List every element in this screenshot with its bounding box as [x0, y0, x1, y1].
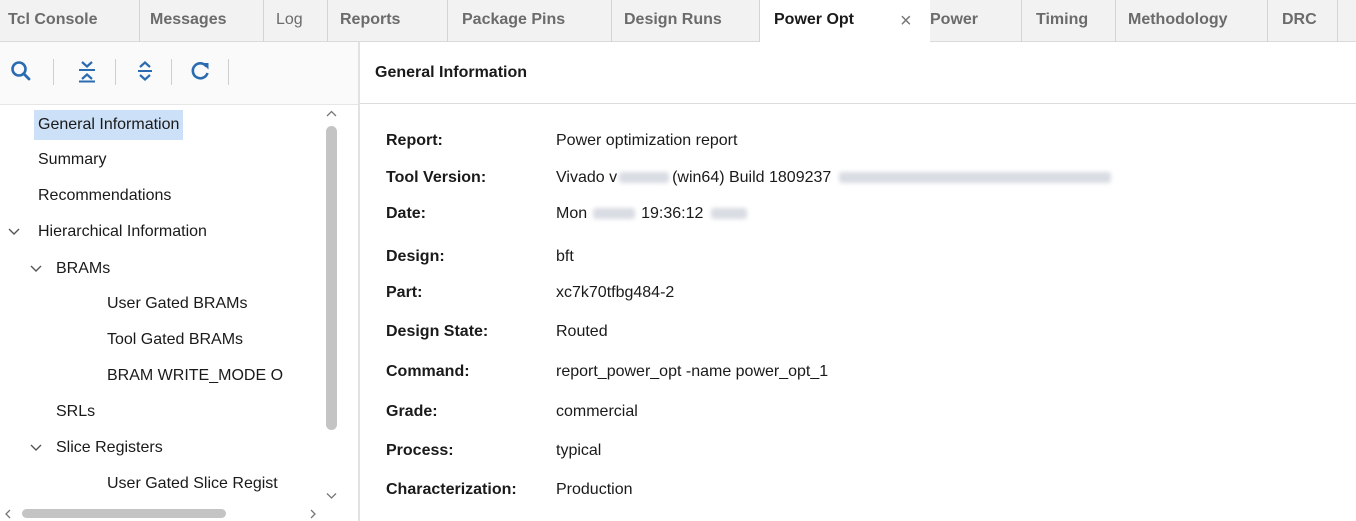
tab-timing[interactable]: Timing — [1022, 0, 1116, 42]
close-icon[interactable]: × — [900, 0, 912, 42]
tree-item-user-gated-slice-registers[interactable]: User Gated Slice Regist — [107, 469, 278, 499]
report-tree: General Information Summary Recommendati… — [0, 104, 322, 508]
collapse-all-icon[interactable] — [74, 56, 100, 86]
info-value: Power optimization report — [556, 132, 738, 149]
chevron-down-icon[interactable] — [8, 217, 22, 247]
info-value: bft — [556, 248, 574, 265]
toolbar-separator — [171, 59, 172, 85]
tree-item-summary[interactable]: Summary — [38, 145, 106, 175]
tree-item-user-gated-brams[interactable]: User Gated BRAMs — [107, 289, 247, 319]
info-label: Date: — [386, 205, 427, 222]
toolbar-separator — [53, 59, 54, 85]
redacted-text — [839, 172, 1112, 184]
info-value: Production — [556, 481, 633, 498]
search-icon[interactable] — [8, 56, 34, 86]
chevron-up-icon[interactable] — [326, 110, 337, 118]
info-label: Part: — [386, 284, 423, 301]
tree-horizontal-scrollbar[interactable] — [0, 506, 322, 521]
scrollbar-thumb[interactable] — [22, 509, 226, 518]
tree-item-hierarchical-information[interactable]: Hierarchical Information — [38, 217, 207, 247]
tab-package-pins[interactable]: Package Pins — [448, 0, 612, 42]
tab-log[interactable]: Log — [264, 0, 328, 42]
info-value: Routed — [556, 323, 608, 340]
redacted-text — [711, 208, 748, 220]
chevron-down-icon[interactable] — [326, 492, 337, 500]
tab-methodology[interactable]: Methodology — [1116, 0, 1268, 42]
tree-vertical-scrollbar[interactable] — [323, 108, 340, 506]
tab-messages[interactable]: Messages — [140, 0, 264, 42]
toolbar-separator — [228, 59, 229, 85]
expand-all-icon[interactable] — [132, 56, 158, 86]
tree-item-tool-gated-brams[interactable]: Tool Gated BRAMs — [107, 325, 243, 355]
info-label: Tool Version: — [386, 169, 487, 186]
tree-item-slice-registers[interactable]: Slice Registers — [56, 433, 163, 463]
tab-bar: Tcl Console Messages Log Reports Package… — [0, 0, 1356, 43]
info-label: Characterization: — [386, 481, 517, 498]
info-label: Command: — [386, 363, 470, 380]
panel-splitter[interactable] — [358, 42, 360, 521]
tree-item-srls[interactable]: SRLs — [56, 397, 95, 427]
tree-item-general-information[interactable]: General Information — [34, 110, 184, 140]
info-value: Vivado v (win64) Build 1809237 — [556, 161, 1112, 195]
info-label: Design: — [386, 248, 445, 265]
chevron-right-icon[interactable] — [309, 509, 317, 519]
panel-header: General Information — [360, 42, 1356, 104]
info-value-part: Mon — [556, 205, 588, 222]
redacted-text — [619, 172, 670, 184]
chevron-left-icon[interactable] — [4, 509, 12, 519]
tree-item-recommendations[interactable]: Recommendations — [38, 181, 171, 211]
info-label: Design State: — [386, 323, 489, 340]
info-label: Report: — [386, 132, 443, 149]
info-value: commercial — [556, 403, 638, 420]
redacted-text — [593, 208, 636, 220]
tab-power[interactable]: Power — [930, 0, 1022, 42]
tab-drc[interactable]: DRC — [1268, 0, 1338, 42]
info-label: Process: — [386, 442, 454, 459]
info-value: xc7k70tfbg484-2 — [556, 284, 675, 301]
scrollbar-thumb[interactable] — [326, 126, 337, 430]
tree-item-brams[interactable]: BRAMs — [56, 254, 110, 284]
chevron-down-icon[interactable] — [30, 433, 44, 463]
info-value: typical — [556, 442, 602, 459]
info-value: Mon 19:36:12 — [556, 197, 748, 231]
chevron-down-icon[interactable] — [30, 254, 44, 284]
info-value-part: 19:36:12 — [641, 205, 704, 222]
refresh-icon[interactable] — [187, 56, 213, 86]
info-value-part: (win64) Build 1809237 — [672, 169, 832, 186]
tab-tcl-console[interactable]: Tcl Console — [0, 0, 140, 42]
panel-title: General Information — [375, 64, 528, 81]
tab-design-runs[interactable]: Design Runs — [612, 0, 760, 42]
info-label: Grade: — [386, 403, 438, 420]
tree-toolbar — [0, 42, 358, 105]
tree-item-bram-write-mode[interactable]: BRAM WRITE_MODE O — [107, 361, 283, 391]
tab-reports[interactable]: Reports — [328, 0, 448, 42]
info-value: report_power_opt -name power_opt_1 — [556, 363, 829, 380]
toolbar-separator — [115, 59, 116, 85]
info-value-part: Vivado v — [556, 169, 618, 186]
